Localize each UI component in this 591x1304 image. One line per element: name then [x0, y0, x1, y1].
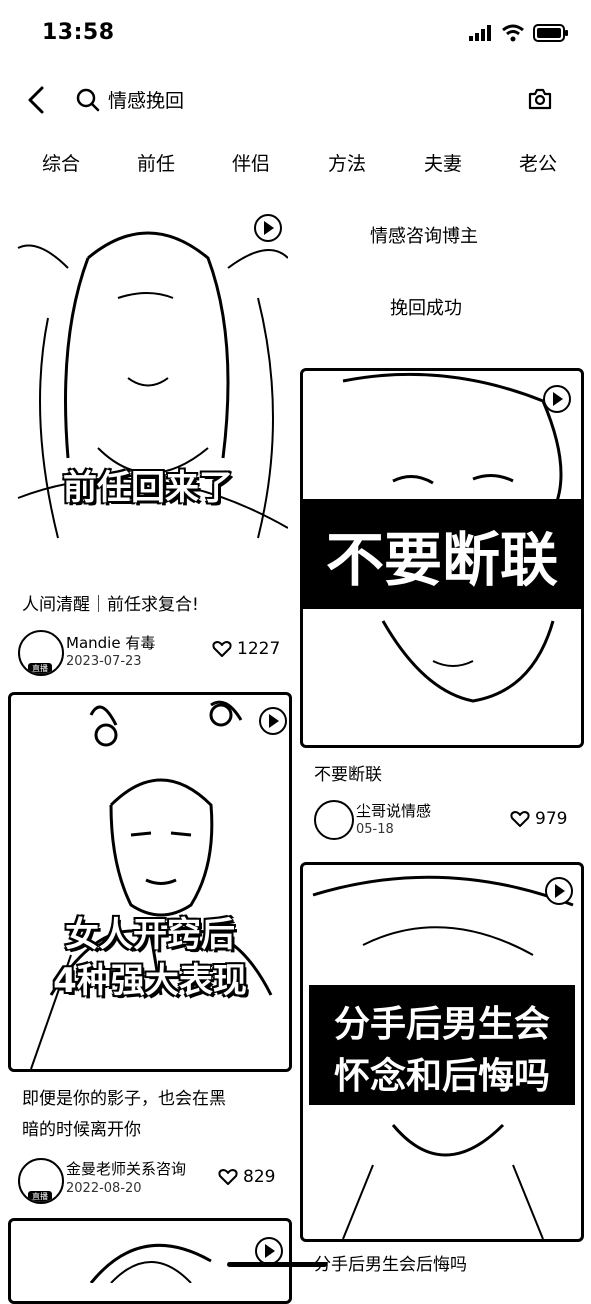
tab-laogong[interactable]: 老公	[519, 149, 557, 176]
video-play-icon	[545, 877, 573, 905]
cover-caption: 不要断联	[325, 525, 559, 595]
cover-caption-line1: 女人开窍后	[64, 914, 236, 956]
video-play-icon	[543, 385, 571, 413]
signal-icon	[469, 25, 491, 41]
card-cover-image: 前任回来了	[8, 198, 288, 574]
card-cover-image: 分手后男生会 怀念和后悔吗	[300, 862, 584, 1242]
camera-search-button[interactable]	[527, 86, 553, 116]
like-button[interactable]: 979	[510, 809, 567, 829]
heart-icon	[510, 811, 530, 827]
post-date: 2022-08-20	[66, 1181, 142, 1196]
portrait-sketch	[30, 700, 273, 1069]
cover-caption-line2: 4种强大表现	[52, 960, 248, 1002]
video-play-icon	[259, 707, 287, 735]
like-button[interactable]: 829	[218, 1167, 275, 1187]
card-title: 不要断联	[314, 765, 382, 785]
category-tabs: 综合 前任 伴侣 方法 夫妻 老公	[0, 145, 591, 185]
live-badge: 直播	[28, 1191, 52, 1202]
note-card[interactable]	[8, 1218, 292, 1304]
like-count: 979	[535, 809, 568, 829]
card-cover-image: 不要断联	[300, 368, 584, 748]
card-cover-image: 女人开窍后 4种强大表现	[8, 692, 292, 1072]
back-button[interactable]	[22, 82, 54, 118]
video-play-icon	[255, 1237, 283, 1265]
author-name[interactable]: 尘哥说情感	[356, 800, 431, 821]
like-count: 1227	[237, 639, 281, 659]
tab-fuqi[interactable]: 夫妻	[424, 149, 462, 176]
card-text-line1: 情感咨询博主	[370, 226, 478, 247]
search-icon	[76, 88, 100, 116]
post-date: 2023-07-23	[66, 654, 142, 669]
cover-caption: 前任回来了	[62, 467, 234, 509]
card-cover-image	[8, 1218, 292, 1304]
video-play-icon	[254, 214, 282, 242]
heart-icon	[218, 1169, 238, 1185]
status-time: 13:58	[42, 20, 115, 45]
camera-icon	[528, 88, 552, 110]
note-card[interactable]: 女人开窍后 4种强大表现 即便是你的影子，也会在黑 暗的时候离开你 直播 金曼老…	[8, 692, 292, 1204]
like-count: 829	[243, 1167, 276, 1187]
note-card[interactable]: 不要断联 不要断联 尘哥说情感 05-18 979	[300, 368, 584, 848]
home-indicator	[227, 1262, 327, 1267]
post-date: 05-18	[356, 822, 394, 837]
heart-icon	[212, 641, 232, 657]
card-text-line2: 挽回成功	[390, 298, 462, 319]
tab-zonghe[interactable]: 综合	[42, 149, 80, 176]
avatar[interactable]: 直播	[18, 630, 64, 676]
live-badge: 直播	[28, 663, 52, 674]
card-title-line2: 暗的时候离开你	[22, 1120, 141, 1140]
avatar[interactable]	[314, 800, 354, 840]
tab-fangfa[interactable]: 方法	[328, 149, 366, 176]
author-name[interactable]: Mandie 有毒	[66, 632, 155, 653]
cover-caption-line2: 怀念和后悔吗	[333, 1055, 551, 1098]
chevron-left-icon	[28, 86, 44, 114]
search-input[interactable]: 情感挽回	[108, 86, 184, 113]
battery-icon	[533, 24, 568, 42]
avatar[interactable]: 直播	[18, 1158, 64, 1204]
cover-caption-line1: 分手后男生会	[333, 1003, 551, 1046]
like-button[interactable]: 1227	[212, 639, 280, 659]
note-card[interactable]: 分手后男生会 怀念和后悔吗 分手后男生会后悔吗	[300, 862, 584, 1280]
portrait-sketch	[89, 1243, 212, 1284]
author-name[interactable]: 金曼老师关系咨询	[66, 1158, 186, 1179]
status-bar: 13:58	[0, 0, 591, 70]
search-header: 情感挽回	[0, 72, 591, 128]
card-title: 人间清醒｜前任求复合!	[22, 595, 199, 615]
system-icons	[469, 24, 569, 42]
portrait-sketch	[17, 231, 288, 539]
tab-qianren[interactable]: 前任	[137, 149, 175, 176]
text-card[interactable]: 情感咨询博主 挽回成功	[300, 198, 584, 348]
note-card[interactable]: 前任回来了 人间清醒｜前任求复合! 直播 Mandie 有毒 2023-07-2…	[8, 198, 292, 678]
card-title-line1: 即便是你的影子，也会在黑	[22, 1089, 226, 1109]
wifi-icon	[502, 24, 524, 42]
card-title: 分手后男生会后悔吗	[314, 1255, 467, 1275]
tab-banlv[interactable]: 伴侣	[232, 149, 270, 176]
